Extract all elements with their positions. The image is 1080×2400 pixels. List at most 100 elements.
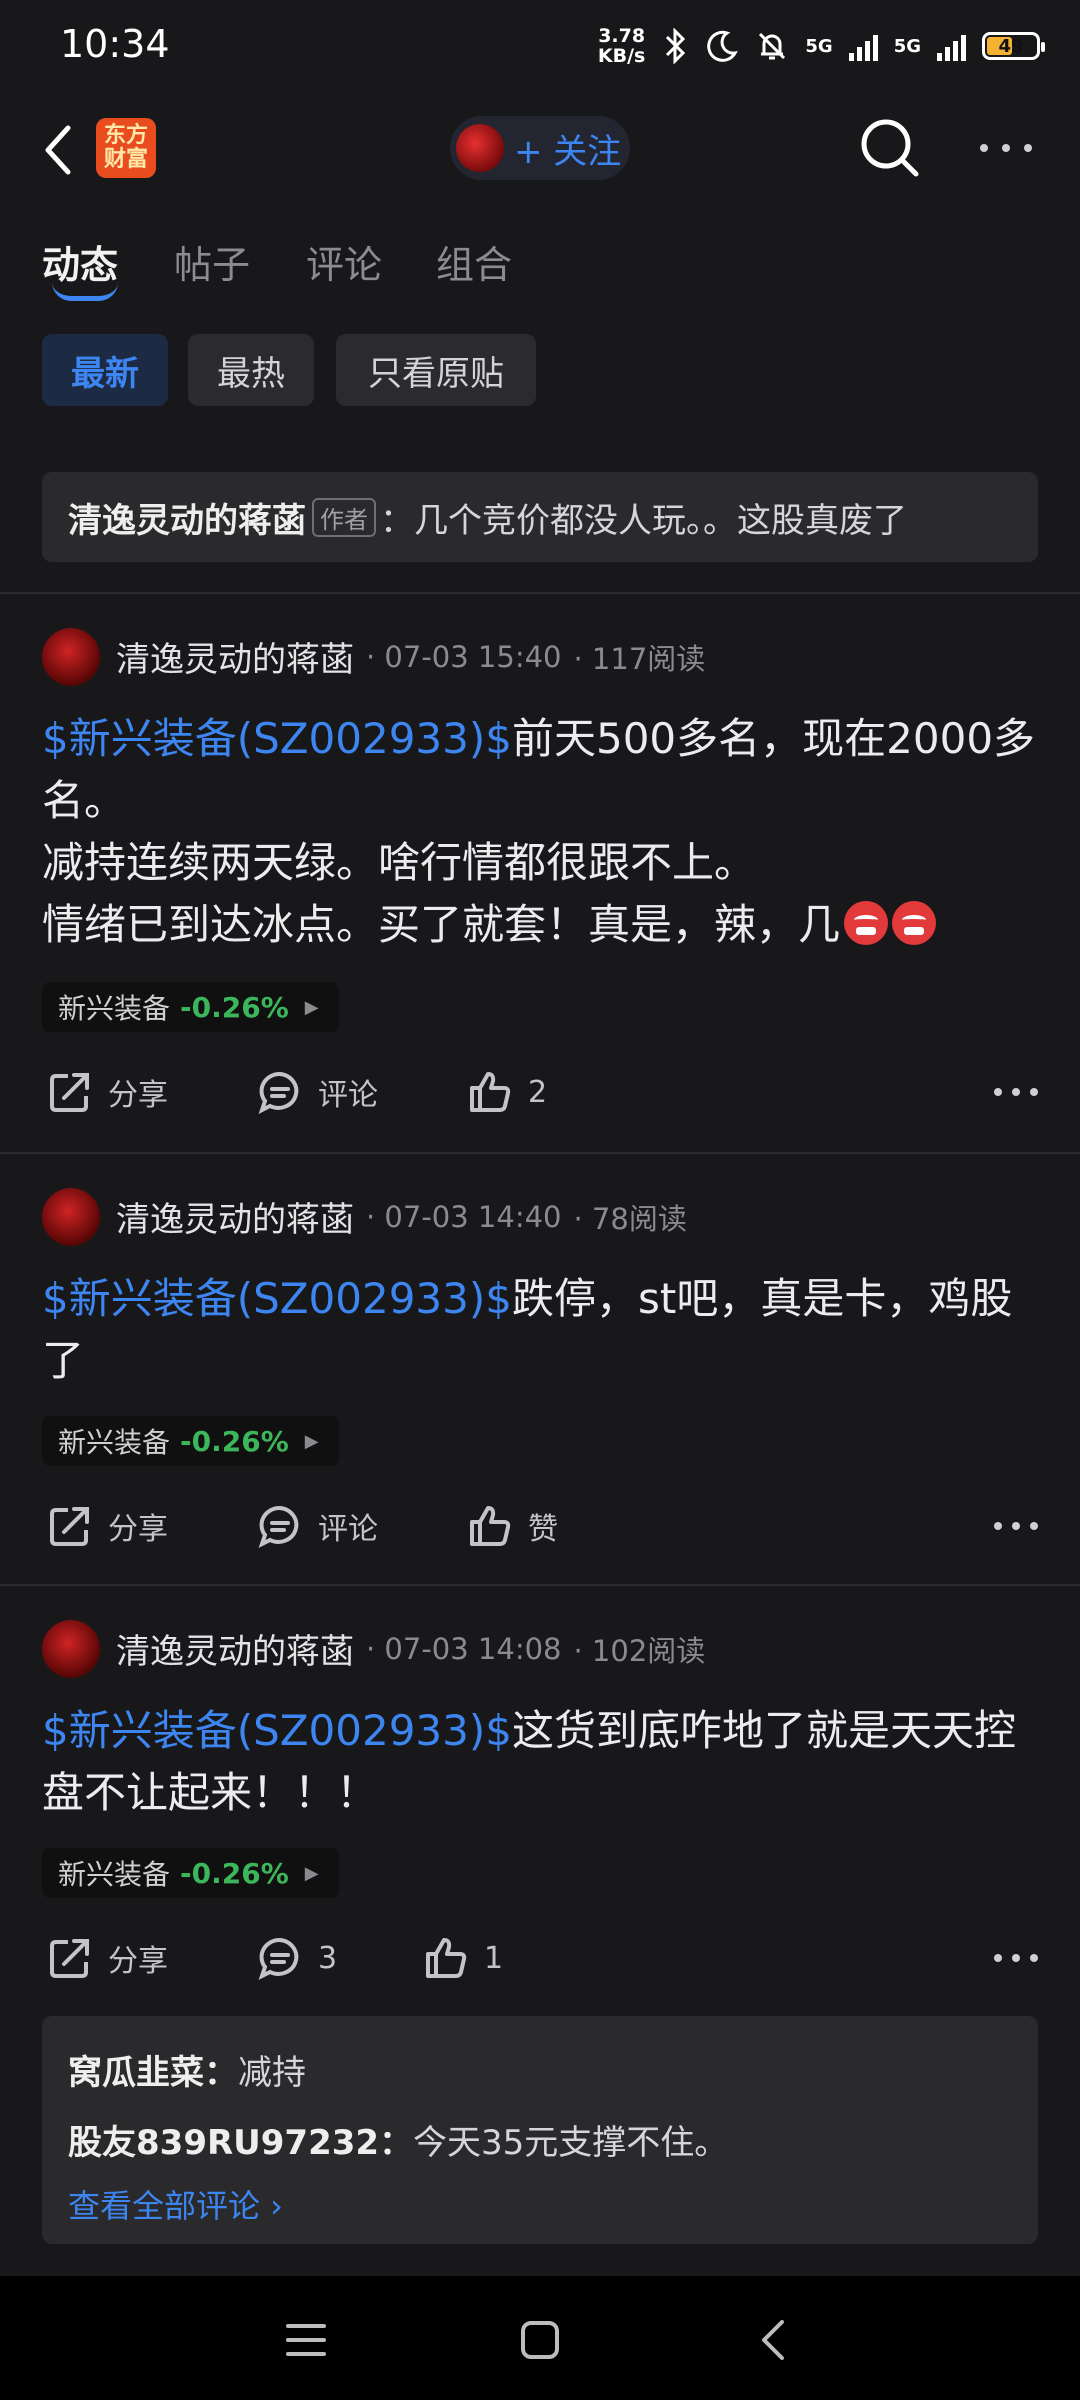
stock-quote-tag[interactable]: 新兴装备 -0.26% ▶ bbox=[42, 1848, 339, 1898]
comment-button[interactable]: 评论 bbox=[256, 1502, 378, 1550]
comment-user: 股友839RU97232： bbox=[68, 2122, 414, 2163]
share-button[interactable]: 分享 bbox=[46, 1068, 168, 1116]
comments-preview[interactable]: 窝瓜韭菜： 减持 股友839RU97232： 今天35元支撑不住。 查看全部评论… bbox=[42, 2016, 1038, 2244]
thumbs-up-icon bbox=[426, 1938, 467, 1978]
stock-tag-name: 新兴装备 bbox=[58, 992, 171, 1025]
like-button[interactable]: 2 bbox=[466, 1068, 547, 1116]
net-speed: 3.78 KB/s bbox=[598, 26, 645, 66]
net-speed-value: 3.78 bbox=[598, 25, 646, 47]
comment-item[interactable]: 窝瓜韭菜： 减持 bbox=[68, 2034, 1012, 2104]
post-time: · 07-03 14:40 bbox=[366, 1199, 562, 1234]
like-count: 1 bbox=[484, 1940, 504, 1976]
post-time: · 07-03 14:08 bbox=[366, 1631, 562, 1666]
stock-tag-change: -0.26% bbox=[180, 1424, 289, 1458]
back-arrow-icon[interactable] bbox=[40, 122, 76, 178]
angry-emoji-icon bbox=[892, 901, 937, 945]
comment-button[interactable]: 评论 bbox=[256, 1068, 378, 1116]
comment-user: 窝瓜韭菜： bbox=[68, 2052, 238, 2093]
tab-comments[interactable]: 评论 bbox=[306, 234, 382, 289]
share-button[interactable]: 分享 bbox=[46, 1934, 168, 1982]
home-icon[interactable] bbox=[500, 2300, 580, 2380]
tab-portfolio[interactable]: 组合 bbox=[436, 234, 512, 289]
share-icon bbox=[50, 1073, 89, 1112]
divider bbox=[0, 1584, 1080, 1586]
tab-dynamic[interactable]: 动态 bbox=[42, 234, 118, 289]
stock-link[interactable]: $新兴装备(SZ002933)$ bbox=[42, 714, 512, 763]
like-label: 赞 bbox=[528, 1512, 558, 1547]
share-icon bbox=[50, 1939, 89, 1978]
bell-muted-icon bbox=[759, 32, 786, 60]
app-logo: 东方财富 bbox=[96, 118, 156, 178]
more-options-icon[interactable] bbox=[994, 1504, 1038, 1548]
filter-latest[interactable]: 最新 bbox=[42, 334, 168, 406]
post-body[interactable]: $新兴装备(SZ002933)$这货到底咋地了就是天天控盘不让起来！！！ bbox=[42, 1700, 1042, 1824]
stock-link[interactable]: $新兴装备(SZ002933)$ bbox=[42, 1274, 512, 1323]
comment-text: 减持 bbox=[238, 2052, 306, 2093]
battery-level: 49 bbox=[998, 35, 1024, 57]
post-time: · 07-03 15:40 bbox=[366, 639, 562, 674]
back-icon[interactable] bbox=[734, 2300, 814, 2380]
post-body[interactable]: $新兴装备(SZ002933)$前天500多名，现在2000多名。 减持连续两天… bbox=[42, 708, 1042, 956]
signal-1-icon bbox=[848, 31, 878, 61]
tab-active-indicator bbox=[52, 282, 118, 301]
signal-2-icon bbox=[937, 31, 966, 61]
search-icon[interactable] bbox=[858, 116, 922, 180]
post-reads: · 78阅读 bbox=[573, 1201, 687, 1236]
view-all-comments-link[interactable]: 查看全部评论 › bbox=[68, 2174, 1012, 2234]
share-button[interactable]: 分享 bbox=[46, 1502, 168, 1550]
battery-icon: 49 bbox=[982, 32, 1045, 60]
reply-author: 清逸灵动的蒋菡 bbox=[68, 500, 306, 541]
comment-button[interactable]: 3 bbox=[256, 1934, 337, 1982]
post-reads: · 117阅读 bbox=[573, 641, 706, 676]
thumbs-up-icon bbox=[470, 1072, 511, 1112]
stock-link[interactable]: $新兴装备(SZ002933)$ bbox=[42, 1706, 512, 1755]
stock-tag-change: -0.26% bbox=[180, 990, 289, 1024]
stock-tag-name: 新兴装备 bbox=[58, 1858, 171, 1891]
stock-tag-change: -0.26% bbox=[180, 1856, 289, 1890]
comment-label: 评论 bbox=[318, 1512, 378, 1547]
comment-icon bbox=[258, 1071, 299, 1114]
status-icons: 3.78 KB/s 5G 5G 49 bbox=[598, 24, 1045, 68]
like-button[interactable]: 1 bbox=[422, 1934, 503, 1982]
more-options-icon[interactable] bbox=[980, 126, 1032, 170]
post-header: 清逸灵动的蒋菡 · 07-03 14:40 · 78阅读 bbox=[116, 1192, 687, 1241]
chevron-right-icon: ▶ bbox=[304, 1862, 319, 1884]
post-header: 清逸灵动的蒋菡 · 07-03 14:08 · 102阅读 bbox=[116, 1624, 705, 1673]
post-reads: · 102阅读 bbox=[573, 1633, 706, 1668]
post-author[interactable]: 清逸灵动的蒋菡 bbox=[116, 632, 354, 681]
comment-icon bbox=[258, 1937, 299, 1980]
follow-button[interactable]: + 关注 bbox=[450, 116, 630, 180]
bluetooth-icon bbox=[666, 28, 686, 64]
divider bbox=[0, 1152, 1080, 1154]
network-2-label: 5G bbox=[893, 35, 921, 57]
stock-quote-tag[interactable]: 新兴装备 -0.26% ▶ bbox=[42, 982, 339, 1032]
more-options-icon[interactable] bbox=[994, 1936, 1038, 1980]
reply-sep: ： bbox=[380, 500, 414, 541]
post-body[interactable]: $新兴装备(SZ002933)$跌停，st吧，真是卡，鸡股了 bbox=[42, 1268, 1042, 1392]
stock-quote-tag[interactable]: 新兴装备 -0.26% ▶ bbox=[42, 1416, 339, 1466]
comment-icon bbox=[258, 1505, 299, 1548]
share-label: 分享 bbox=[108, 1078, 168, 1113]
avatar[interactable] bbox=[42, 1620, 100, 1678]
like-button[interactable]: 赞 bbox=[466, 1502, 558, 1550]
comment-count: 3 bbox=[318, 1940, 338, 1976]
filter-hottest[interactable]: 最热 bbox=[188, 334, 314, 406]
network-1-label: 5G bbox=[805, 35, 833, 57]
post-author[interactable]: 清逸灵动的蒋菡 bbox=[116, 1192, 354, 1241]
avatar[interactable] bbox=[42, 1188, 100, 1246]
reply-text: 几个竞价都没人玩。。这股真废了 bbox=[414, 500, 907, 541]
menu-icon[interactable] bbox=[266, 2300, 346, 2380]
filter-original-only[interactable]: 只看原贴 bbox=[336, 334, 536, 406]
avatar[interactable] bbox=[42, 628, 100, 686]
more-options-icon[interactable] bbox=[994, 1070, 1038, 1114]
follow-label: + 关注 bbox=[514, 131, 622, 172]
comment-item[interactable]: 股友839RU97232： 今天35元支撑不住。 bbox=[68, 2104, 1012, 2174]
share-icon bbox=[50, 1507, 89, 1546]
author-reply-preview[interactable]: 清逸灵动的蒋菡 作者 ： 几个竞价都没人玩。。这股真废了 bbox=[42, 472, 1038, 562]
net-speed-unit: KB/s bbox=[597, 45, 646, 67]
tab-posts[interactable]: 帖子 bbox=[174, 234, 250, 289]
comment-label: 评论 bbox=[318, 1078, 378, 1113]
like-count: 2 bbox=[528, 1074, 548, 1110]
post-text-line2: 减持连续两天绿。啥行情都很跟不上。 bbox=[42, 838, 757, 887]
post-author[interactable]: 清逸灵动的蒋菡 bbox=[116, 1624, 354, 1673]
